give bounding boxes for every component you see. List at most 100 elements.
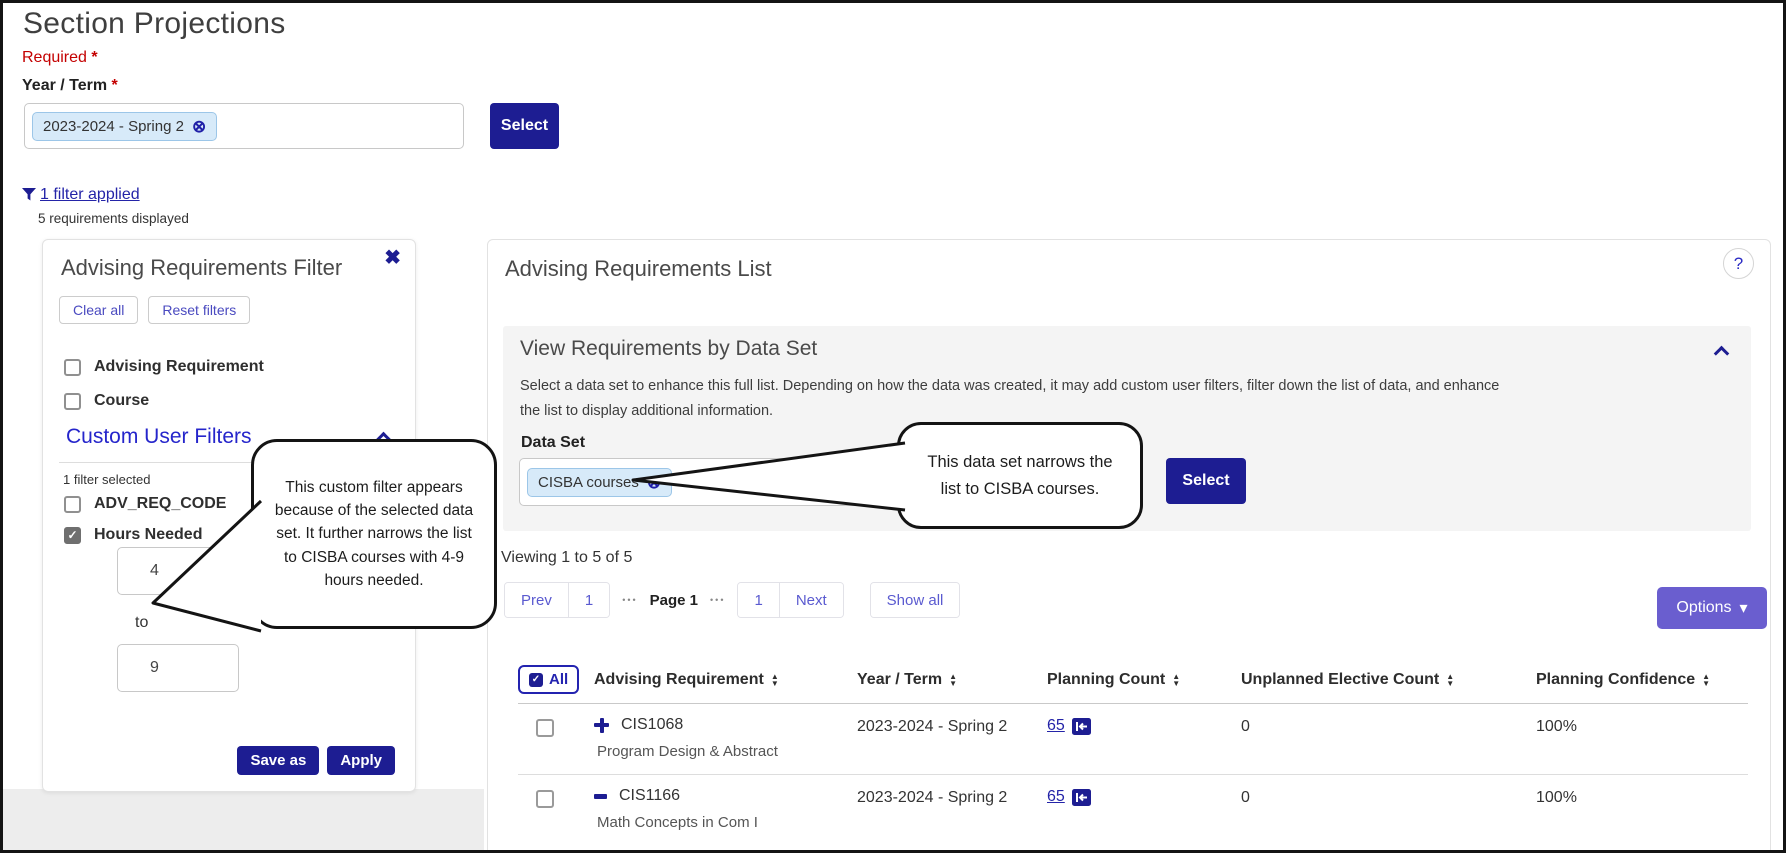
planning-count-link[interactable]: 65 [1047, 788, 1065, 806]
course-checkbox[interactable] [64, 393, 81, 410]
filter-applied-row: 1 filter applied [21, 186, 140, 204]
required-asterisk: * [112, 77, 118, 94]
data-set-select-button[interactable]: Select [1166, 458, 1246, 504]
sort-icon[interactable]: ▲▼ [1702, 673, 1710, 687]
planning-count-link[interactable]: 65 [1047, 717, 1065, 735]
table-row: CIS1068 Program Design & Abstract 2023-2… [518, 704, 1748, 774]
planning-confidence-cell: 100% [1536, 787, 1748, 807]
filter-row-course: Course [64, 392, 149, 410]
column-header-advising-requirement[interactable]: Advising Requirement ▲▼ [594, 671, 857, 689]
requirement-code: CIS1068 [621, 716, 683, 734]
filters-selected-text: 1 filter selected [63, 472, 150, 487]
year-term-cell: 2023-2024 - Spring 2 [857, 787, 1047, 807]
chip-remove-icon[interactable]: ⊗ [192, 118, 206, 135]
to-label: to [135, 614, 148, 632]
page-title: Section Projections [23, 7, 286, 41]
data-set-label: Data Set [521, 434, 585, 452]
year-term-label: Year / Term * [22, 77, 118, 95]
planning-confidence-cell: 100% [1536, 716, 1748, 736]
filter-panel-title: Advising Requirements Filter [61, 255, 342, 281]
open-planning-icon[interactable] [1072, 789, 1091, 806]
checkbox-label: Course [94, 392, 149, 410]
section-projections-page: Section Projections Required * Year / Te… [0, 0, 1786, 853]
prev-page-button[interactable]: Prev [505, 583, 568, 617]
column-header-planning-confidence[interactable]: Planning Confidence ▲▼ [1536, 671, 1748, 689]
filter-row-adv-req-code: ADV_REQ_CODE [64, 495, 226, 513]
collapse-minus-icon[interactable] [594, 789, 607, 804]
pagination-group-prev: Prev 1 [504, 582, 610, 618]
adv-req-code-checkbox[interactable] [64, 496, 81, 513]
custom-user-filters-heading[interactable]: Custom User Filters [66, 425, 252, 449]
clear-all-button[interactable]: Clear all [59, 296, 138, 324]
year-term-select-button[interactable]: Select [490, 103, 559, 149]
checkbox-label: Advising Requirement [94, 358, 264, 376]
list-panel-title: Advising Requirements List [505, 256, 772, 282]
close-icon[interactable]: ✖ [384, 248, 401, 268]
required-asterisk: * [91, 49, 97, 66]
row-checkbox[interactable] [536, 790, 554, 808]
sort-icon[interactable]: ▲▼ [1172, 673, 1180, 687]
data-set-chip: CISBA courses ⊗ [527, 468, 672, 497]
advising-requirement-checkbox[interactable] [64, 359, 81, 376]
year-term-chip: 2023-2024 - Spring 2 ⊗ [32, 112, 217, 141]
requirements-displayed-text: 5 requirements displayed [38, 211, 189, 226]
expand-plus-icon[interactable] [594, 718, 609, 733]
sort-icon[interactable]: ▲▼ [771, 673, 779, 687]
checkbox-label: Hours Needed [94, 526, 202, 544]
viewing-range-text: Viewing 1 to 5 of 5 [501, 549, 632, 567]
help-icon: ? [1734, 254, 1743, 274]
pagination: Prev 1 ••• Page 1 ••• 1 Next Show all [504, 582, 960, 618]
dataset-box-description: Select a data set to enhance this full l… [520, 374, 1500, 425]
filter-applied-link[interactable]: 1 filter applied [40, 186, 140, 204]
filter-row-hours-needed: ✓ Hours Needed [64, 526, 202, 544]
ellipsis-icon: ••• [710, 595, 725, 605]
page-background-strip [3, 789, 484, 853]
column-header-year-term[interactable]: Year / Term ▲▼ [857, 671, 1047, 689]
sort-icon[interactable]: ▲▼ [949, 673, 957, 687]
hours-needed-checkbox[interactable]: ✓ [64, 527, 81, 544]
reset-filters-button[interactable]: Reset filters [148, 296, 250, 324]
checkbox-label: ADV_REQ_CODE [94, 495, 226, 513]
requirement-name: Program Design & Abstract [597, 743, 857, 760]
next-page-button[interactable]: Next [779, 583, 843, 617]
table-row: CIS1166 Math Concepts in Com I 2023-2024… [518, 774, 1748, 845]
show-all-group: Show all [870, 582, 961, 618]
requirement-code: CIS1166 [619, 787, 680, 805]
chevron-up-icon[interactable] [1714, 346, 1730, 362]
unplanned-count-cell: 0 [1241, 716, 1536, 736]
apply-button[interactable]: Apply [327, 746, 395, 775]
open-planning-icon[interactable] [1072, 718, 1091, 735]
hours-to-input[interactable] [117, 644, 239, 692]
row-checkbox[interactable] [536, 719, 554, 737]
advising-requirements-list-panel: Advising Requirements List ? View Requir… [487, 239, 1771, 853]
requirements-table: ✓ All Advising Requirement ▲▼ Year / Ter… [518, 656, 1748, 845]
page-1-button[interactable]: 1 [568, 583, 609, 617]
callout-data-set: This data set narrows the list to CISBA … [897, 422, 1143, 529]
help-button[interactable]: ? [1723, 248, 1754, 279]
caret-down-icon: ▾ [1740, 598, 1748, 618]
select-all-button[interactable]: ✓ All [518, 665, 579, 694]
requirement-name: Math Concepts in Com I [597, 814, 857, 831]
year-term-input[interactable]: 2023-2024 - Spring 2 ⊗ [24, 103, 464, 149]
unplanned-count-cell: 0 [1241, 787, 1536, 807]
show-all-button[interactable]: Show all [871, 583, 960, 617]
options-dropdown-button[interactable]: Options ▾ [1657, 587, 1767, 629]
save-as-button[interactable]: Save as [237, 746, 319, 775]
ellipsis-icon: ••• [622, 595, 637, 605]
chip-remove-icon[interactable]: ⊗ [647, 474, 661, 491]
check-square-icon: ✓ [529, 673, 543, 687]
sort-icon[interactable]: ▲▼ [1446, 673, 1454, 687]
year-term-cell: 2023-2024 - Spring 2 [857, 716, 1047, 736]
check-icon: ✓ [67, 528, 77, 542]
column-header-unplanned-elective-count[interactable]: Unplanned Elective Count ▲▼ [1241, 671, 1536, 689]
filter-row-advising-requirement: Advising Requirement [64, 358, 264, 376]
callout-custom-filter: This custom filter appears because of th… [251, 439, 497, 629]
current-page-label: Page 1 [650, 592, 698, 609]
page-1-button[interactable]: 1 [738, 583, 778, 617]
hours-from-input[interactable] [117, 547, 239, 595]
pagination-group-next: 1 Next [737, 582, 843, 618]
required-label: Required * [22, 49, 98, 67]
column-header-planning-count[interactable]: Planning Count ▲▼ [1047, 671, 1241, 689]
table-header-row: ✓ All Advising Requirement ▲▼ Year / Ter… [518, 656, 1748, 704]
filter-funnel-icon [21, 186, 37, 202]
